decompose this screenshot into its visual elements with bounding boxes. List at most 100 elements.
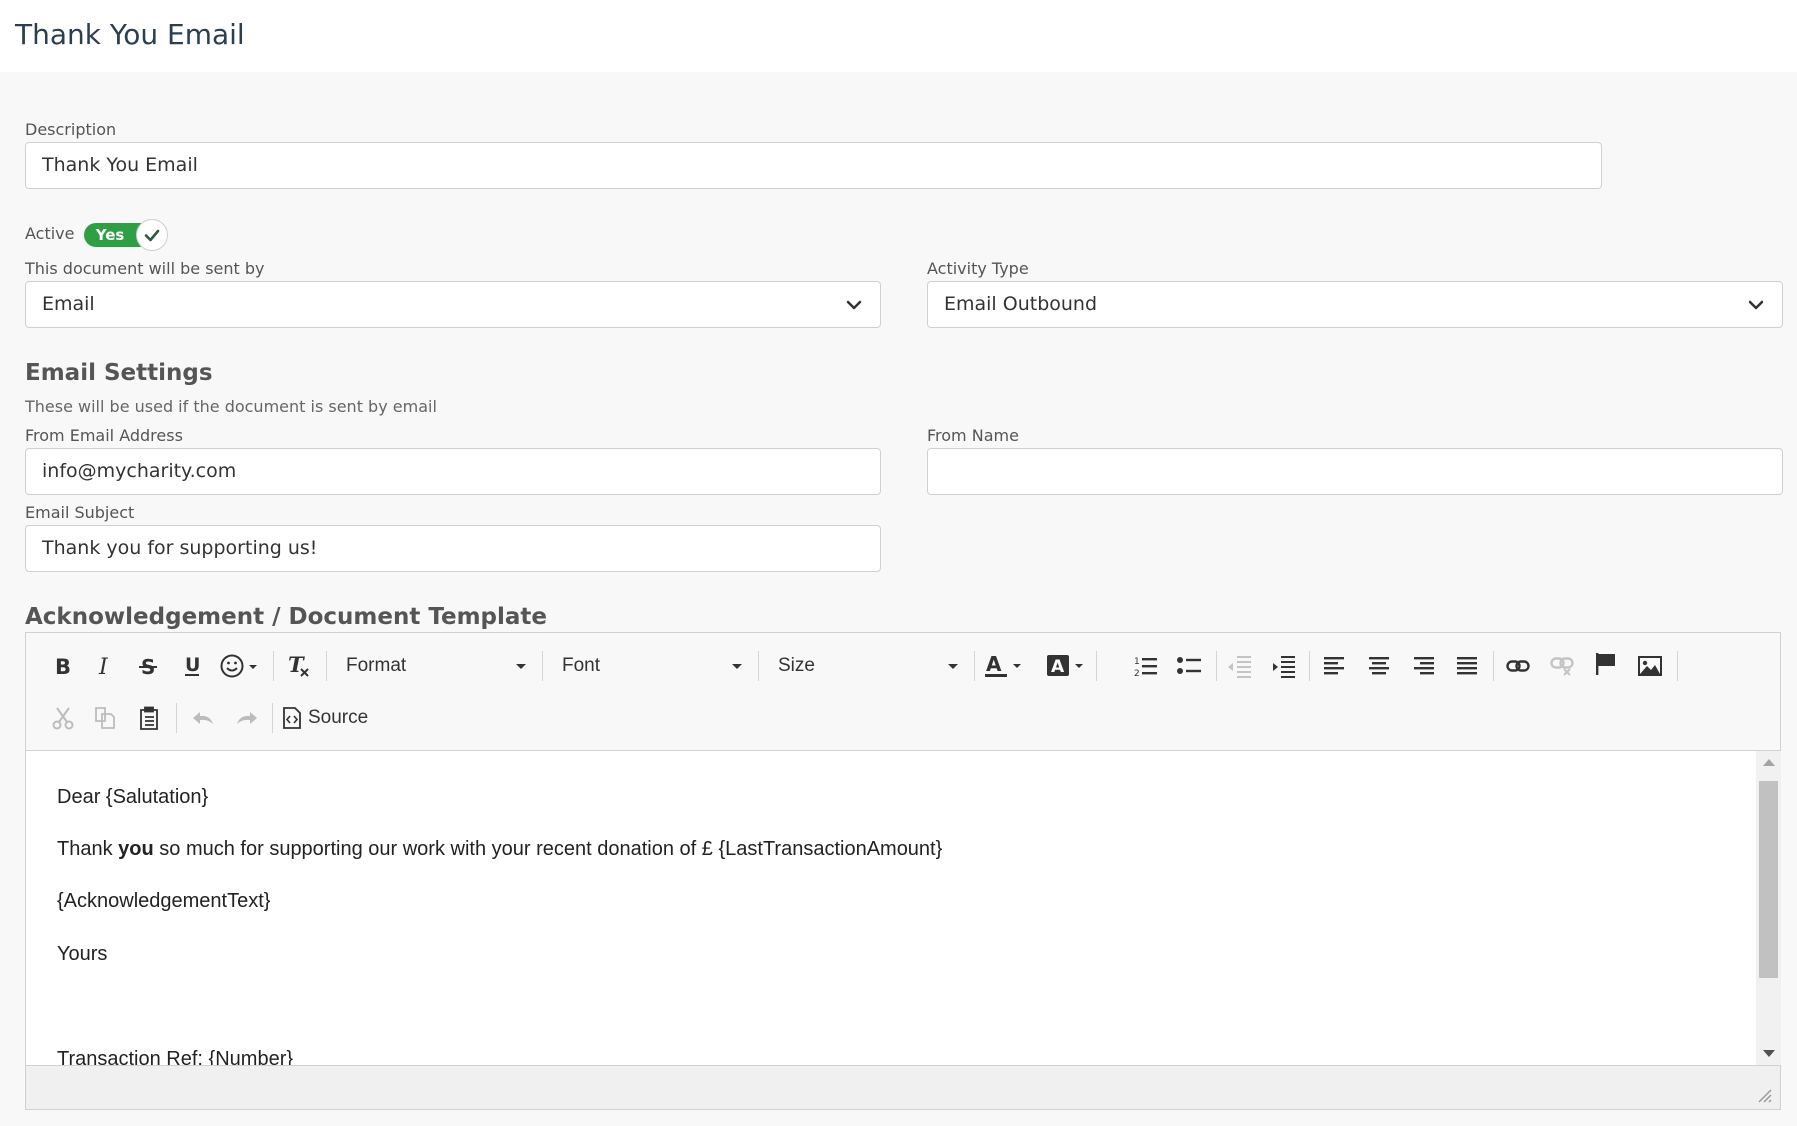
svg-text:I: I <box>98 655 109 677</box>
background-color-button[interactable]: A <box>1044 649 1088 683</box>
caret-down-icon <box>948 664 958 669</box>
scroll-up-arrow-icon[interactable] <box>1763 759 1775 766</box>
body-line-thanks: Thank you so much for supporting our wor… <box>57 838 943 860</box>
text-color-icon: A <box>985 652 1021 677</box>
activity-type-select[interactable]: Email Outbound <box>927 281 1783 328</box>
active-label: Active <box>25 224 75 243</box>
editor-statusbar <box>26 1065 1780 1109</box>
resize-handle-icon[interactable] <box>1756 1087 1772 1103</box>
svg-text:2: 2 <box>1134 669 1140 678</box>
bulleted-list-button[interactable] <box>1172 649 1206 683</box>
svg-text:U: U <box>185 654 200 676</box>
cut-icon <box>52 707 74 730</box>
remove-format-button[interactable]: T <box>282 649 316 683</box>
from-name-label: From Name <box>927 426 1019 445</box>
justify-button[interactable] <box>1450 649 1484 683</box>
editor-scrollbar[interactable] <box>1756 751 1781 1065</box>
sent-by-label: This document will be sent by <box>25 259 265 278</box>
active-toggle[interactable]: Yes <box>84 219 168 251</box>
link-icon <box>1506 660 1530 672</box>
italic-button[interactable]: I <box>88 649 120 683</box>
email-settings-helper: These will be used if the document is se… <box>25 397 437 416</box>
redo-button[interactable] <box>230 701 264 735</box>
unlink-button[interactable] <box>1545 649 1579 683</box>
indent-button[interactable] <box>1266 649 1300 683</box>
toolbar-separator <box>176 703 177 733</box>
undo-button[interactable] <box>186 701 220 735</box>
font-dropdown[interactable]: Font <box>548 649 748 683</box>
from-email-input[interactable]: info@mycharity.com <box>25 448 881 495</box>
text-color-button[interactable]: A <box>982 649 1026 683</box>
source-icon <box>283 707 301 729</box>
activity-type-value: Email Outbound <box>944 293 1098 315</box>
format-label: Format <box>346 655 407 676</box>
anchor-button[interactable] <box>1589 647 1623 681</box>
template-heading: Acknowledgement / Document Template <box>25 604 548 630</box>
scroll-down-arrow-icon[interactable] <box>1763 1050 1775 1057</box>
sent-by-select[interactable]: Email <box>25 281 881 328</box>
page-title: Thank You Email <box>15 18 245 51</box>
toolbar-separator <box>1309 651 1310 681</box>
svg-text:1: 1 <box>1134 657 1140 667</box>
body-line-acknowledgement: {AcknowledgementText} <box>57 890 271 912</box>
background-color-icon: A <box>1047 655 1083 677</box>
justify-icon <box>1457 657 1477 675</box>
strikethrough-icon: S <box>139 655 157 677</box>
description-input[interactable]: Thank You Email <box>25 142 1602 189</box>
italic-icon: I <box>98 655 109 677</box>
body-line-signoff: Yours <box>57 943 108 965</box>
caret-down-icon <box>516 664 526 669</box>
body-line-salutation: Dear {Salutation} <box>57 786 209 808</box>
underline-icon: U <box>185 654 200 676</box>
check-icon <box>144 229 160 242</box>
editor-content[interactable]: Dear {Salutation} Thank you so much for … <box>26 751 1756 1065</box>
align-right-icon <box>1414 657 1434 675</box>
toolbar-separator <box>974 651 975 681</box>
sent-by-value: Email <box>42 293 95 315</box>
align-left-icon <box>1324 657 1344 675</box>
redo-icon <box>237 712 257 724</box>
strikethrough-button[interactable]: S <box>132 649 164 683</box>
toolbar-separator <box>326 651 327 681</box>
image-button[interactable] <box>1633 649 1667 683</box>
bold-button[interactable]: B <box>46 649 78 683</box>
align-right-button[interactable] <box>1406 649 1440 683</box>
image-icon <box>1638 656 1662 676</box>
undo-icon <box>193 712 213 724</box>
format-dropdown[interactable]: Format <box>332 649 532 683</box>
editor-toolbar: B I S U T Format Font Size <box>26 633 1780 751</box>
emoji-button[interactable] <box>218 649 264 683</box>
toolbar-separator <box>1493 651 1494 681</box>
bulleted-list-icon <box>1177 657 1201 674</box>
align-left-button[interactable] <box>1318 649 1352 683</box>
cut-button[interactable] <box>46 701 80 735</box>
underline-button[interactable]: U <box>176 649 208 683</box>
anchor-flag-icon <box>1596 653 1615 675</box>
toolbar-separator <box>758 651 759 681</box>
scrollbar-thumb[interactable] <box>1759 781 1778 978</box>
align-center-button[interactable] <box>1362 649 1396 683</box>
font-label: Font <box>562 655 601 676</box>
size-dropdown[interactable]: Size <box>764 649 964 683</box>
active-toggle-knob <box>136 219 168 251</box>
unlink-icon <box>1550 657 1574 676</box>
email-subject-input[interactable]: Thank you for supporting us! <box>25 525 881 572</box>
svg-text:A: A <box>1051 657 1065 677</box>
paste-button[interactable] <box>132 701 166 735</box>
numbered-list-button[interactable]: 12 <box>1129 649 1163 683</box>
outdent-icon <box>1228 656 1251 678</box>
source-button[interactable]: Source <box>282 701 382 735</box>
paste-icon <box>140 706 158 730</box>
rich-text-editor: B I S U T Format Font Size <box>25 632 1781 1110</box>
indent-icon <box>1273 656 1295 678</box>
active-toggle-text: Yes <box>84 223 144 247</box>
svg-text:A: A <box>986 652 1002 676</box>
link-button[interactable] <box>1501 649 1535 683</box>
copy-button[interactable] <box>88 701 122 735</box>
body-line-transaction-ref: Transaction Ref: {Number} <box>57 1048 294 1065</box>
from-name-input[interactable] <box>927 448 1783 495</box>
description-label: Description <box>25 120 117 139</box>
toolbar-separator <box>273 651 274 681</box>
email-subject-label: Email Subject <box>25 503 135 522</box>
outdent-button[interactable] <box>1222 649 1256 683</box>
